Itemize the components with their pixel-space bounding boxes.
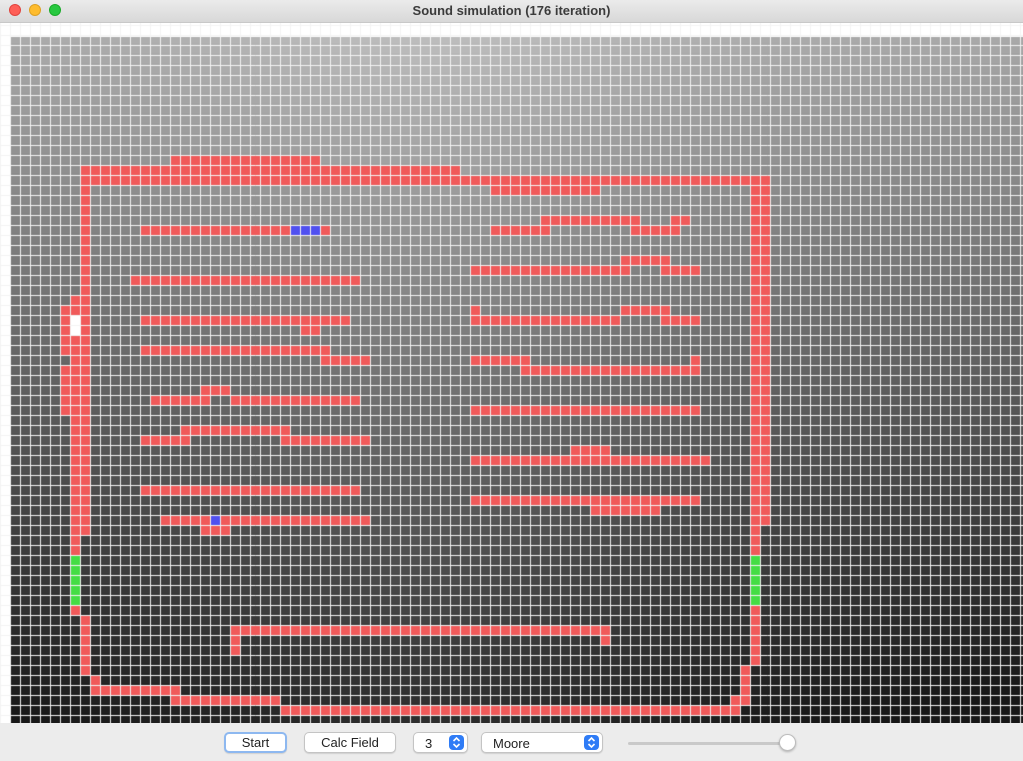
- neighborhood-select-value: Moore: [493, 736, 530, 751]
- stepper-icon: [449, 735, 464, 750]
- speed-slider-thumb[interactable]: [779, 734, 796, 751]
- window-title: Sound simulation (176 iteration): [412, 3, 611, 18]
- calc-field-button[interactable]: Calc Field: [304, 732, 396, 753]
- simulation-grid[interactable]: [0, 23, 1023, 723]
- radius-select[interactable]: 3: [413, 732, 468, 753]
- title-bar: Sound simulation (176 iteration): [0, 0, 1023, 23]
- neighborhood-select[interactable]: Moore: [481, 732, 603, 753]
- speed-slider-track[interactable]: [628, 742, 788, 745]
- start-button[interactable]: Start: [224, 732, 287, 753]
- stepper-icon: [584, 735, 599, 750]
- radius-select-value: 3: [425, 736, 433, 751]
